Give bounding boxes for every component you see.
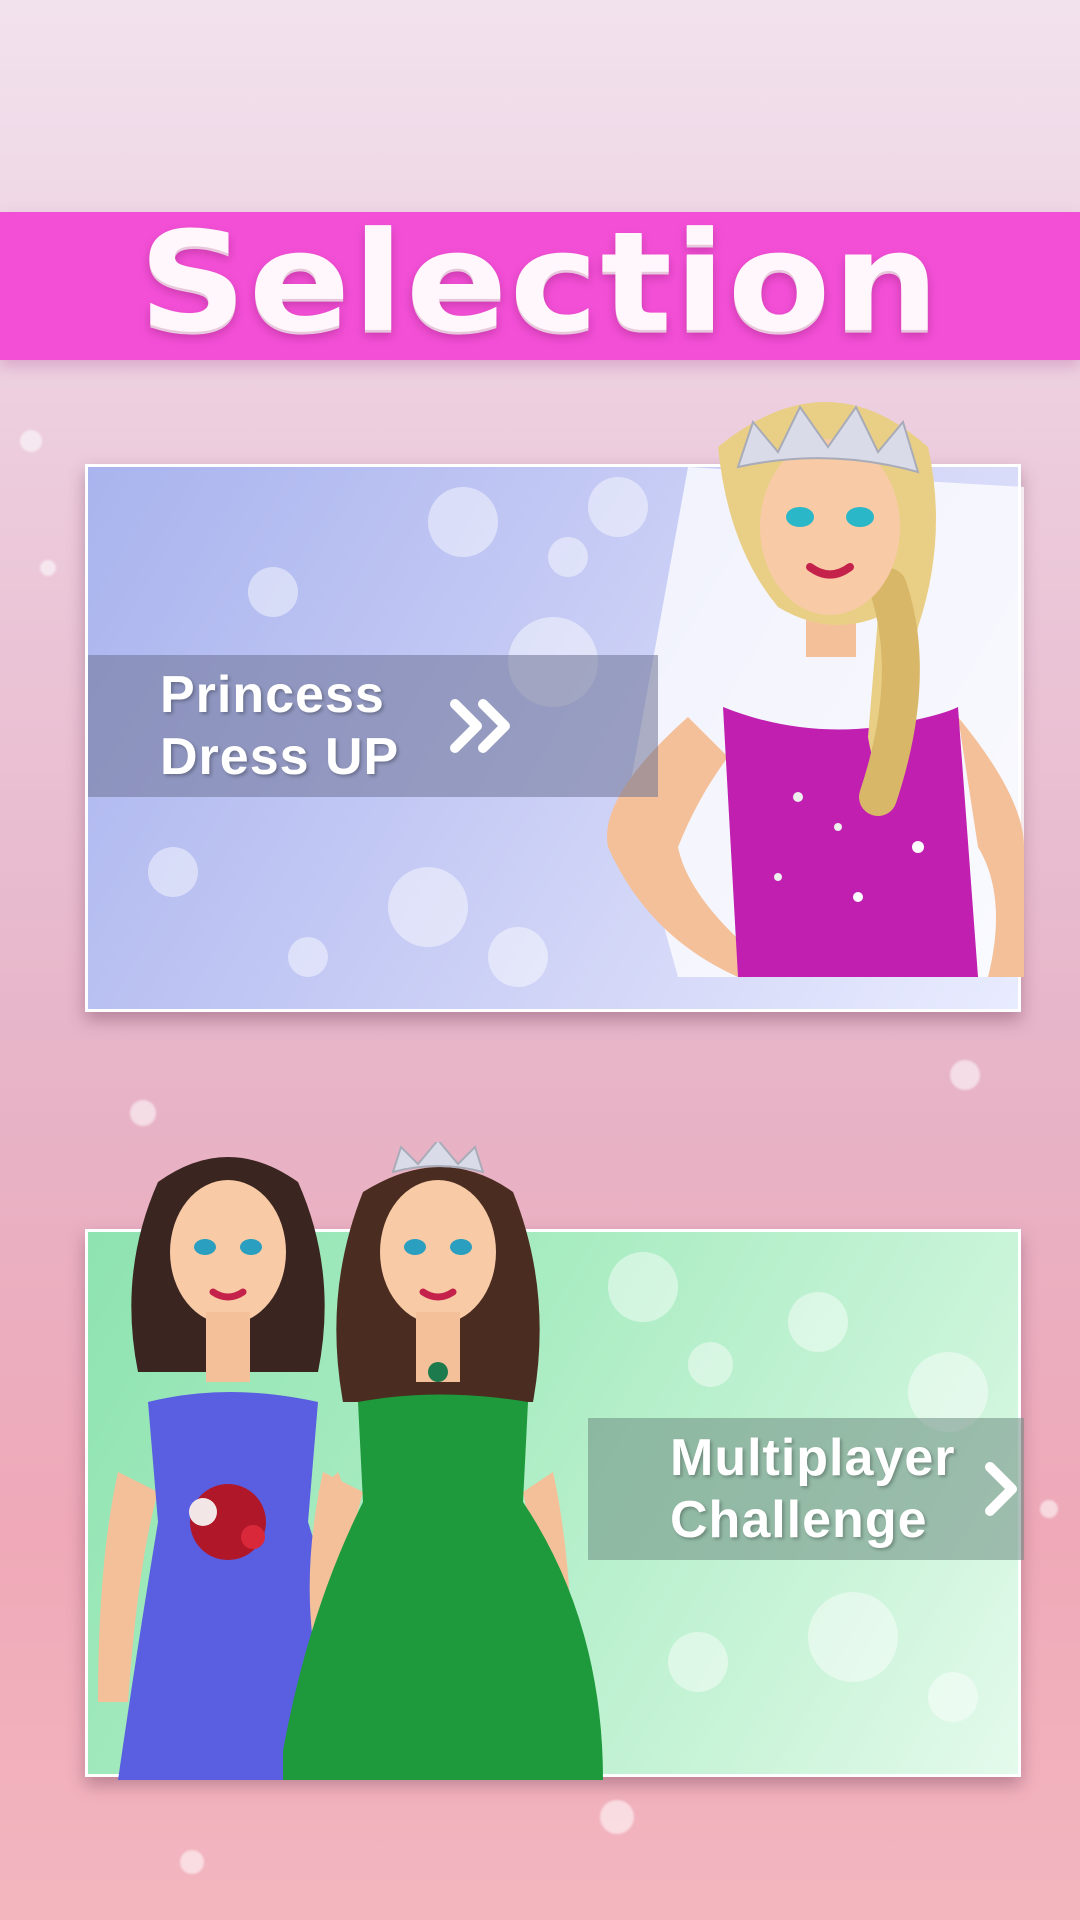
- green-gown-character: [283, 1142, 603, 1780]
- multiplayer-label-line1: Multiplayer: [670, 1429, 956, 1487]
- multiplayer-challenge-card[interactable]: Multiplayer Challenge: [85, 1142, 1024, 1780]
- princess-dress-up-card[interactable]: Princess Dress UP: [85, 402, 1024, 1012]
- multiplayer-label-line2: Challenge: [670, 1491, 928, 1549]
- multiplayer-label-strip: Multiplayer Challenge: [588, 1418, 1024, 1560]
- sparkle: [130, 1100, 156, 1126]
- princess-label-line2: Dress UP: [160, 728, 400, 786]
- princess-label-strip: Princess Dress UP: [88, 655, 658, 797]
- sparkle: [600, 1800, 634, 1834]
- sparkle: [1040, 1500, 1058, 1518]
- sparkle: [20, 430, 42, 452]
- page-title: Selection: [138, 202, 942, 364]
- title-banner: Selection: [0, 212, 1080, 360]
- chevron-right-icon[interactable]: [982, 1459, 1022, 1519]
- sparkle: [180, 1850, 204, 1874]
- double-chevron-right-icon[interactable]: [449, 698, 515, 754]
- sparkle: [950, 1060, 980, 1090]
- multiplayer-mode-label: Multiplayer Challenge: [670, 1427, 956, 1551]
- princess-mode-label: Princess Dress UP: [160, 664, 399, 788]
- princess-label-line1: Princess: [160, 666, 385, 724]
- sparkle: [40, 560, 56, 576]
